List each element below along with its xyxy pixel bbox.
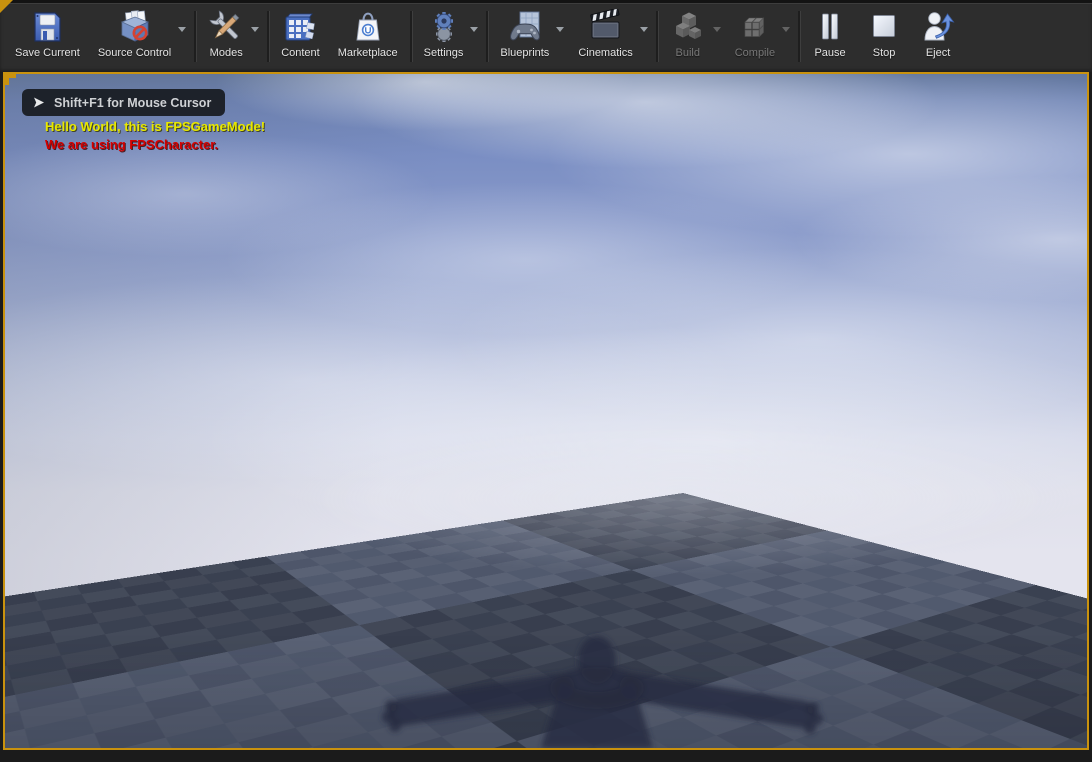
blueprints-icon bbox=[507, 8, 543, 46]
toolbar-group-settings: Settings bbox=[415, 3, 484, 72]
viewport-border-corner-accent bbox=[5, 74, 16, 85]
chevron-down-icon bbox=[712, 27, 721, 32]
toolbar-separator bbox=[486, 11, 489, 62]
window-bottom-edge bbox=[0, 752, 1092, 762]
toolbar-group-build: Build Compile bbox=[661, 3, 795, 72]
toolbar-group-modes: Modes bbox=[199, 3, 264, 72]
toolbar-button-label: Stop bbox=[872, 47, 896, 59]
cinematics-icon bbox=[588, 8, 624, 46]
toolbar-button-pause[interactable]: Pause bbox=[803, 3, 857, 72]
toolbar-button-label: Pause bbox=[814, 47, 846, 59]
toolbar-button-marketplace[interactable]: Marketplace bbox=[329, 3, 407, 72]
toolbar-button-save-current[interactable]: Save Current bbox=[6, 3, 89, 72]
character-t-pose-shadow bbox=[382, 636, 823, 748]
toolbar-group-blueprints: Blueprints Cinematics bbox=[491, 3, 652, 72]
toolbar-separator bbox=[798, 11, 801, 62]
chevron-down-icon[interactable] bbox=[251, 27, 260, 32]
editor-toolbar: Save Current Source Control Modes Conten… bbox=[0, 0, 1092, 72]
debug-message-gamemode: Hello World, this is FPSGameMode! bbox=[45, 119, 266, 134]
chevron-down-icon[interactable] bbox=[470, 27, 479, 32]
toolbar-button-label: Blueprints bbox=[500, 47, 550, 59]
debug-message-character: We are using FPSCharacter. bbox=[45, 137, 219, 152]
eject-icon bbox=[920, 8, 956, 46]
toolbar-button-eject[interactable]: Eject bbox=[911, 3, 965, 72]
toolbar-separator bbox=[267, 11, 270, 62]
toolbar-button-cinematics[interactable]: Cinematics bbox=[569, 3, 652, 72]
toolbar-group-playback: Pause Stop Eject bbox=[803, 3, 965, 72]
toolbar-button-label: Marketplace bbox=[337, 47, 398, 59]
chevron-down-icon[interactable] bbox=[639, 27, 648, 32]
toolbar-button-source-control[interactable]: Source Control bbox=[89, 3, 191, 72]
stop-icon bbox=[866, 8, 902, 46]
toolbar-button-label: Cinematics bbox=[578, 47, 633, 59]
compile-icon bbox=[737, 8, 773, 46]
toolbar-button-label: Save Current bbox=[15, 47, 80, 59]
toolbar-button-label: Build bbox=[675, 47, 700, 59]
toolbar-button-label: Modes bbox=[209, 47, 243, 59]
toolbar-button-settings[interactable]: Settings bbox=[415, 3, 484, 72]
modes-icon bbox=[208, 8, 244, 46]
save-icon bbox=[29, 8, 65, 46]
pie-game-viewport[interactable]: Shift+F1 for Mouse Cursor Hello World, t… bbox=[3, 72, 1089, 750]
hint-badge-text: Shift+F1 for Mouse Cursor bbox=[54, 95, 212, 110]
toolbar-button-blueprints[interactable]: Blueprints bbox=[491, 3, 569, 72]
build-icon bbox=[670, 8, 706, 46]
content-browser-icon bbox=[282, 8, 318, 46]
pause-icon bbox=[812, 8, 848, 46]
toolbar-button-label: Settings bbox=[423, 47, 464, 59]
mouse-cursor-hint-badge: Shift+F1 for Mouse Cursor bbox=[22, 89, 226, 116]
toolbar-separator bbox=[194, 11, 197, 62]
toolbar-button-label: Source Control bbox=[97, 47, 172, 59]
toolbar-button-stop[interactable]: Stop bbox=[857, 3, 911, 72]
debug-messages: Hello World, this is FPSGameMode! We are… bbox=[45, 118, 265, 154]
settings-icon bbox=[426, 8, 462, 46]
source-control-icon bbox=[117, 8, 153, 46]
toolbar-button-label: Content bbox=[281, 47, 320, 59]
marketplace-icon bbox=[350, 8, 386, 46]
toolbar-button-label: Eject bbox=[925, 47, 951, 59]
toolbar-button-modes[interactable]: Modes bbox=[199, 3, 264, 72]
chevron-down-icon[interactable] bbox=[556, 27, 565, 32]
cursor-arrow-icon bbox=[34, 97, 44, 108]
window-corner-accent bbox=[0, 0, 13, 13]
toolbar-button-build: Build bbox=[661, 3, 726, 72]
toolbar-group-save: Save Current Source Control bbox=[6, 3, 191, 72]
toolbar-group-content: Content Marketplace bbox=[272, 3, 406, 72]
toolbar-button-content[interactable]: Content bbox=[272, 3, 329, 72]
toolbar-separator bbox=[409, 11, 412, 62]
toolbar-button-label: Compile bbox=[734, 47, 776, 59]
toolbar-button-compile: Compile bbox=[726, 3, 795, 72]
chevron-down-icon bbox=[782, 27, 791, 32]
toolbar-separator bbox=[655, 11, 658, 62]
chevron-down-icon[interactable] bbox=[178, 27, 187, 32]
